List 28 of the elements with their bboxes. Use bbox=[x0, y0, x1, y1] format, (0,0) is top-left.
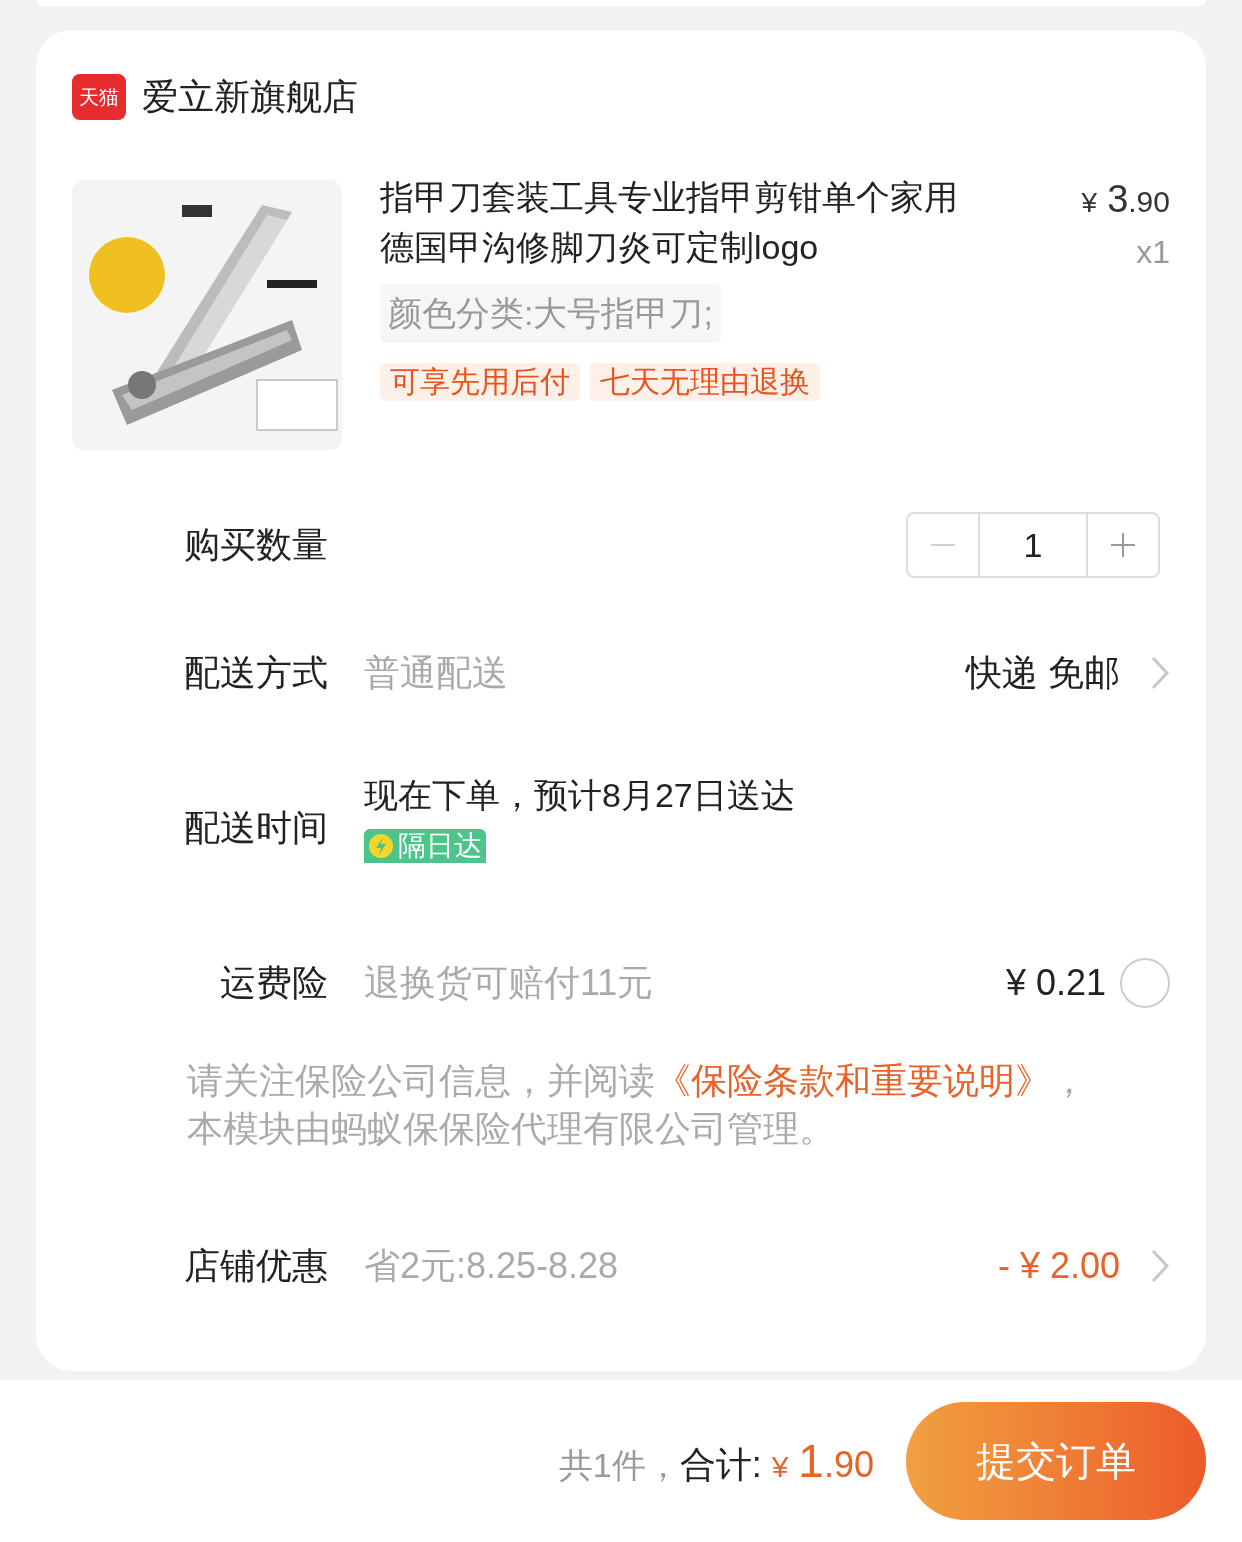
insurance-notice: 请关注保险公司信息，并阅读《保险条款和重要说明》，本模块由蚂蚁保保险代理有限公司管理。 bbox=[186, 1059, 1088, 1151]
row-label: 配送时间 bbox=[183, 805, 328, 850]
row-label: 店铺优惠 bbox=[183, 1244, 328, 1288]
quantity-label: x1 bbox=[1136, 233, 1170, 272]
delivery-badge: 隔日达 bbox=[364, 828, 486, 863]
item-count: 共1件， bbox=[558, 1444, 680, 1486]
chevron-right-icon[interactable] bbox=[1150, 654, 1170, 691]
total-price: ¥ 1.90 bbox=[771, 1433, 874, 1489]
insurance-checkbox[interactable] bbox=[1120, 957, 1170, 1008]
product-title[interactable]: 指甲刀套装工具专业指甲剪钳单个家用德国甲沟修脚刀炎可定制logo bbox=[380, 172, 990, 272]
service-tag: 可享先用后付 bbox=[380, 363, 580, 401]
row-label: 运费险 bbox=[219, 960, 328, 1005]
spec-label: 颜色分类:大号指甲刀; bbox=[380, 284, 721, 343]
chevron-right-icon[interactable] bbox=[1150, 1248, 1170, 1284]
total-label: 合计: bbox=[679, 1442, 762, 1487]
store-badge: 天猫 bbox=[72, 74, 126, 120]
row-label: 购买数量 bbox=[183, 523, 328, 567]
row-value: 省2元:8.25-8.28 bbox=[364, 1244, 619, 1288]
lightning-icon bbox=[368, 832, 394, 859]
delivery-estimate: 现在下单，预计8月27日送达 bbox=[364, 774, 795, 816]
product-price: ¥ 3.90 bbox=[1081, 177, 1170, 222]
row-value: 退换货可赔付11元 bbox=[364, 960, 654, 1005]
row-value: 普通配送 bbox=[364, 650, 508, 695]
service-tag: 七天无理由退换 bbox=[590, 363, 820, 401]
row-detail[interactable]: 快递 免邮 bbox=[966, 645, 1120, 700]
store-name[interactable]: 爱立新旗舰店 bbox=[142, 70, 358, 124]
insurance-price: ¥ 0.21 bbox=[1005, 960, 1106, 1005]
row-label: 配送方式 bbox=[183, 650, 328, 695]
